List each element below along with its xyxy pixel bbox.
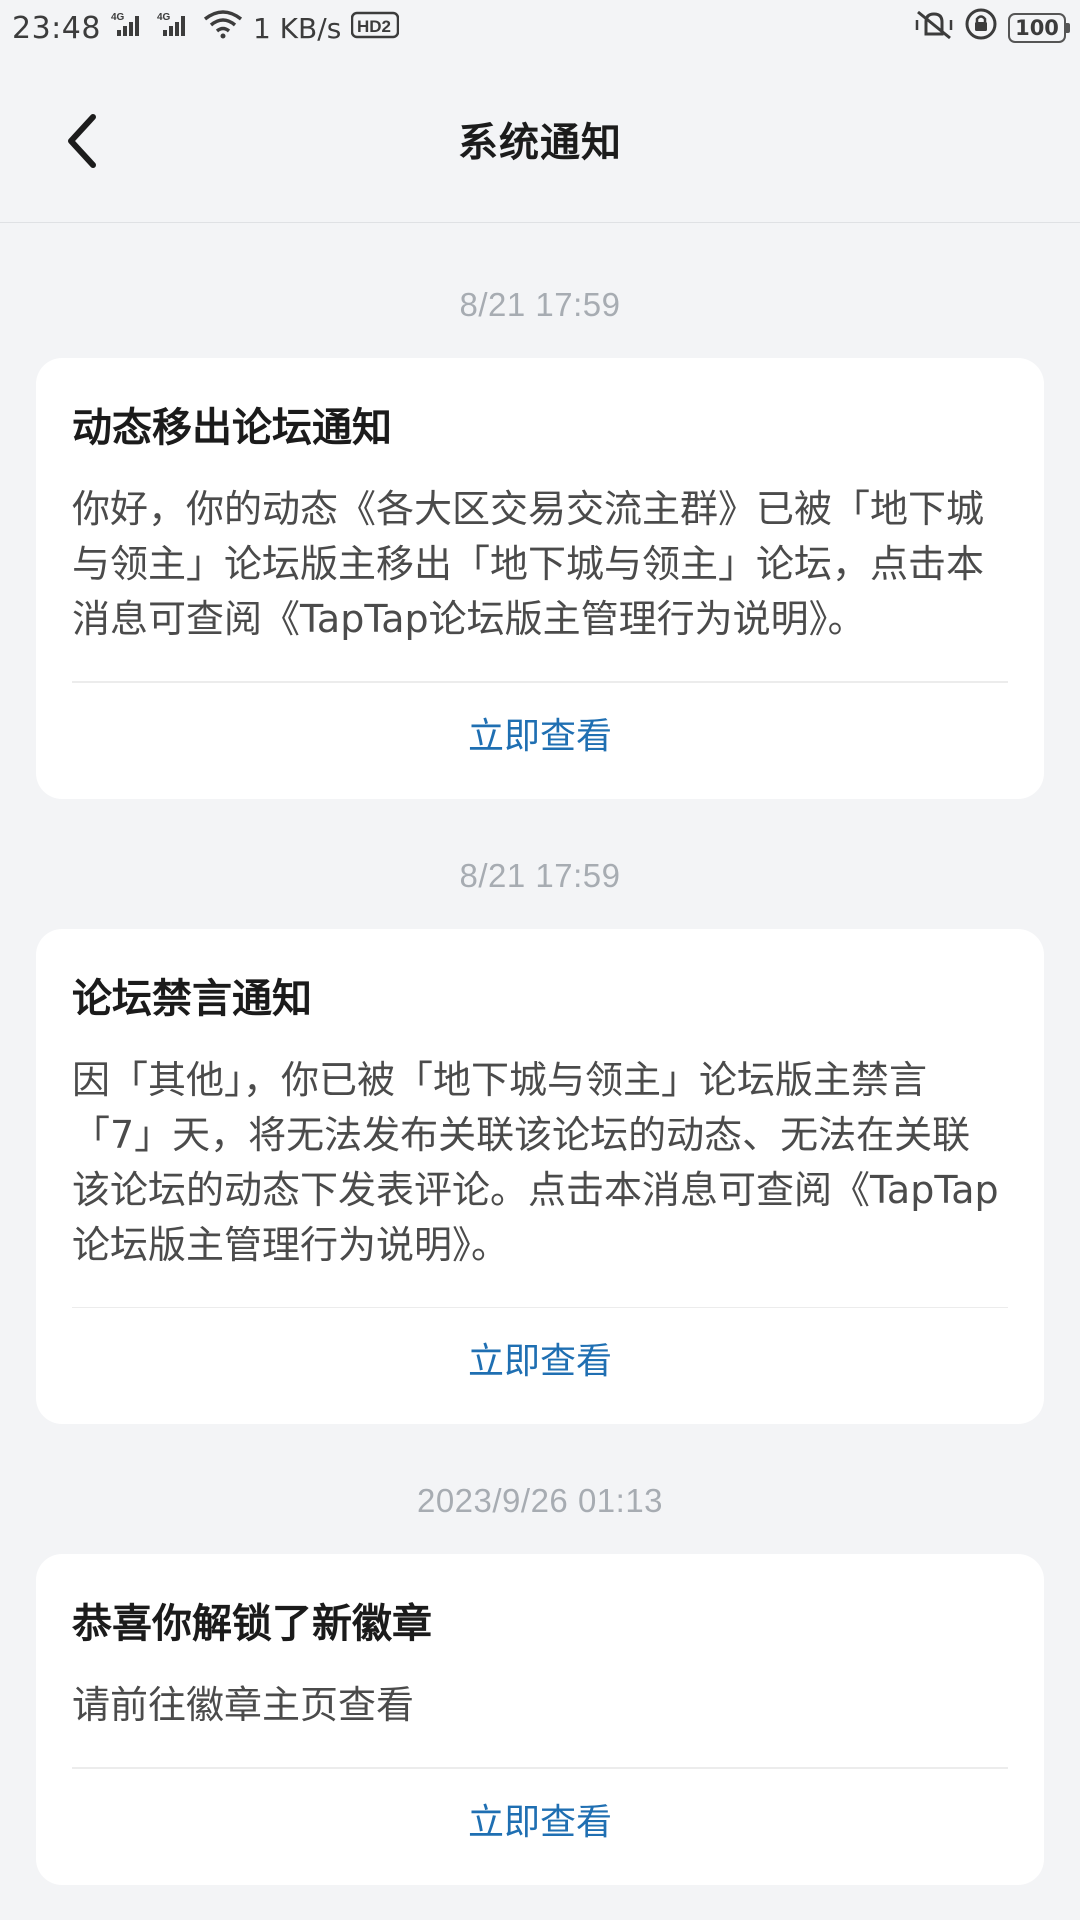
rotation-lock-icon: [964, 7, 998, 49]
notification-timestamp: 2023/9/26 01:13: [416, 1482, 664, 1519]
notification-title: 恭喜你解锁了新徽章: [72, 1601, 432, 1647]
network-speed: 1 KB/s: [252, 11, 342, 45]
view-now-button[interactable]: 立即查看: [72, 683, 1008, 799]
notification-body: 因「其他」，你已被「地下城与领主」论坛版主禁言「7」天，将无法发布关联该论坛的动…: [72, 1057, 999, 1267]
back-button[interactable]: [52, 106, 112, 176]
top-app-bar: 系统通知: [0, 56, 1080, 223]
status-bar: 23:48 4G 4G 1 KB/s HD2 100: [0, 0, 1080, 56]
status-time: 23:48: [12, 10, 101, 46]
battery-icon: 100: [1008, 13, 1070, 43]
view-now-button[interactable]: 立即查看: [72, 1769, 1008, 1885]
vibrate-mute-icon: [914, 8, 954, 48]
signal-2-label: 4G: [157, 12, 171, 23]
notification-timestamp: 8/21 17:59: [459, 286, 621, 323]
notification-card[interactable]: 论坛禁言通知 因「其他」，你已被「地下城与领主」论坛版主禁言「7」天，将无法发布…: [36, 928, 1044, 1424]
chevron-left-icon: [68, 114, 96, 168]
notification-card[interactable]: 动态移出论坛通知 你好，你的动态《各大区交易交流主群》已被「地下城与领主」论坛版…: [36, 358, 1044, 799]
notification-body: 你好，你的动态《各大区交易交流主群》已被「地下城与领主」论坛版主移出「地下城与领…: [72, 487, 985, 641]
wifi-icon: [203, 9, 243, 47]
notification-timestamp: 8/21 17:59: [459, 856, 621, 894]
hd-voice-icon: HD2: [351, 9, 400, 47]
hd-label: HD2: [357, 17, 391, 36]
signal-1-label: 4G: [111, 12, 125, 23]
view-now-button[interactable]: 立即查看: [72, 1308, 1008, 1424]
cellular-signal-2-icon: 4G: [157, 10, 193, 46]
notification-title: 动态移出论坛通知: [72, 405, 392, 451]
notification-body: 请前往徽章主页查看: [72, 1683, 415, 1727]
notification-title: 论坛禁言通知: [72, 975, 312, 1022]
notification-feed[interactable]: 8/21 17:59 动态移出论坛通知 你好，你的动态《各大区交易交流主群》已被…: [0, 224, 1080, 1885]
notification-card[interactable]: 恭喜你解锁了新徽章 请前往徽章主页查看 立即查看: [36, 1554, 1044, 1885]
cellular-signal-icon: 4G: [111, 10, 147, 46]
page-title: 系统通知: [458, 120, 622, 166]
